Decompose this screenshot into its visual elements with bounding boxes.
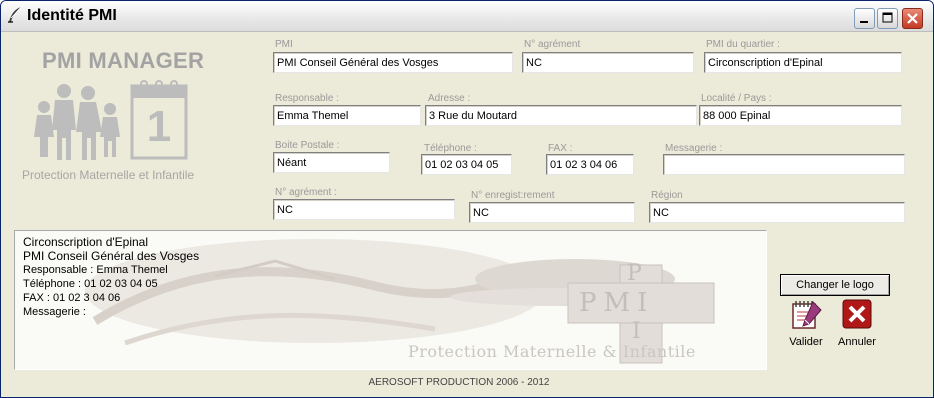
agrement2-label: N° agrément : xyxy=(275,187,337,198)
watermark-letter-i: I xyxy=(632,319,641,344)
region-field[interactable] xyxy=(649,202,905,223)
quill-icon xyxy=(8,6,22,23)
preview-line-5: FAX : 01 02 3 04 06 xyxy=(23,292,121,304)
agrement2-field[interactable] xyxy=(273,199,455,220)
cancel-button[interactable]: Annuler xyxy=(832,298,882,348)
maximize-icon xyxy=(882,12,893,23)
localite-field[interactable] xyxy=(699,105,902,126)
watermark-pmi: PMI xyxy=(579,288,655,318)
agrement-label: N° agrément xyxy=(524,39,581,50)
calendar-icon: 1 xyxy=(130,80,188,160)
enregistrement-field[interactable] xyxy=(469,202,635,223)
identite-pmi-window: Identité PMI PMI MANAGER 1 Protection Ma… xyxy=(0,0,934,398)
preview-line-6: Messagerie : xyxy=(23,306,86,318)
preview-line-3: Responsable : Emma Themel xyxy=(23,264,168,276)
preview-line-4: Téléphone : 01 02 03 04 05 xyxy=(23,278,158,290)
window-title: Identité PMI xyxy=(27,7,117,24)
responsable-label: Responsable : xyxy=(275,93,339,104)
close-button[interactable] xyxy=(902,8,923,29)
enregistrement-label: N° enregist:rement xyxy=(471,190,555,201)
validate-notepad-icon xyxy=(792,301,822,329)
watermark-caption: Protection Maternelle & Infantile xyxy=(408,342,696,361)
messagerie-field[interactable] xyxy=(663,154,905,175)
boite-postale-field[interactable] xyxy=(273,152,390,173)
responsable-field[interactable] xyxy=(273,105,421,126)
family-icon xyxy=(34,84,120,160)
boite-postale-label: Boite Postale : xyxy=(275,140,340,151)
brand-title: PMI MANAGER xyxy=(42,48,205,73)
cancel-x-icon xyxy=(842,299,872,329)
footer-credits: AEROSOFT PRODUCTION 2006 - 2012 xyxy=(4,377,930,388)
cancel-label: Annuler xyxy=(838,336,876,348)
pmi-quartier-label: PMI du quartier : xyxy=(706,39,780,50)
maximize-button[interactable] xyxy=(877,8,898,29)
adresse-field[interactable] xyxy=(425,105,697,126)
agrement-field[interactable] xyxy=(522,52,694,73)
preview-line-1: Circonscription d'Epinal xyxy=(23,235,149,249)
identity-preview: P PMI I Protection Maternelle & Infantil… xyxy=(14,230,767,370)
title-bar[interactable]: Identité PMI xyxy=(1,1,933,32)
close-icon xyxy=(907,13,918,24)
validate-button[interactable]: Valider xyxy=(781,298,831,348)
region-label: Région xyxy=(651,190,683,201)
watermark-letter-p: P xyxy=(627,261,642,286)
calendar-number: 1 xyxy=(147,102,171,151)
telephone-field[interactable] xyxy=(421,154,512,175)
messagerie-label: Messagerie : xyxy=(665,143,723,154)
preview-line-2: PMI Conseil Général des Vosges xyxy=(23,249,200,263)
localite-label: Localité / Pays : xyxy=(701,93,772,104)
pmi-label: PMI xyxy=(275,39,293,50)
change-logo-button[interactable]: Changer le logo xyxy=(780,274,890,296)
fax-field[interactable] xyxy=(546,154,634,175)
telephone-label: Téléphone : xyxy=(424,143,477,154)
pmi-field[interactable] xyxy=(273,52,513,73)
form-area: PMI MANAGER 1 Protection Maternelle et I… xyxy=(4,33,930,394)
pmi-quartier-field[interactable] xyxy=(704,52,902,73)
fax-label: FAX : xyxy=(548,143,573,154)
validate-label: Valider xyxy=(789,336,823,348)
minimize-button[interactable] xyxy=(854,8,875,29)
minimize-icon xyxy=(860,21,868,23)
adresse-label: Adresse : xyxy=(428,93,471,104)
brand-subtitle: Protection Maternelle et Infantile xyxy=(22,168,195,182)
footer-text: AEROSOFT PRODUCTION 2006 - 2012 xyxy=(368,377,550,388)
